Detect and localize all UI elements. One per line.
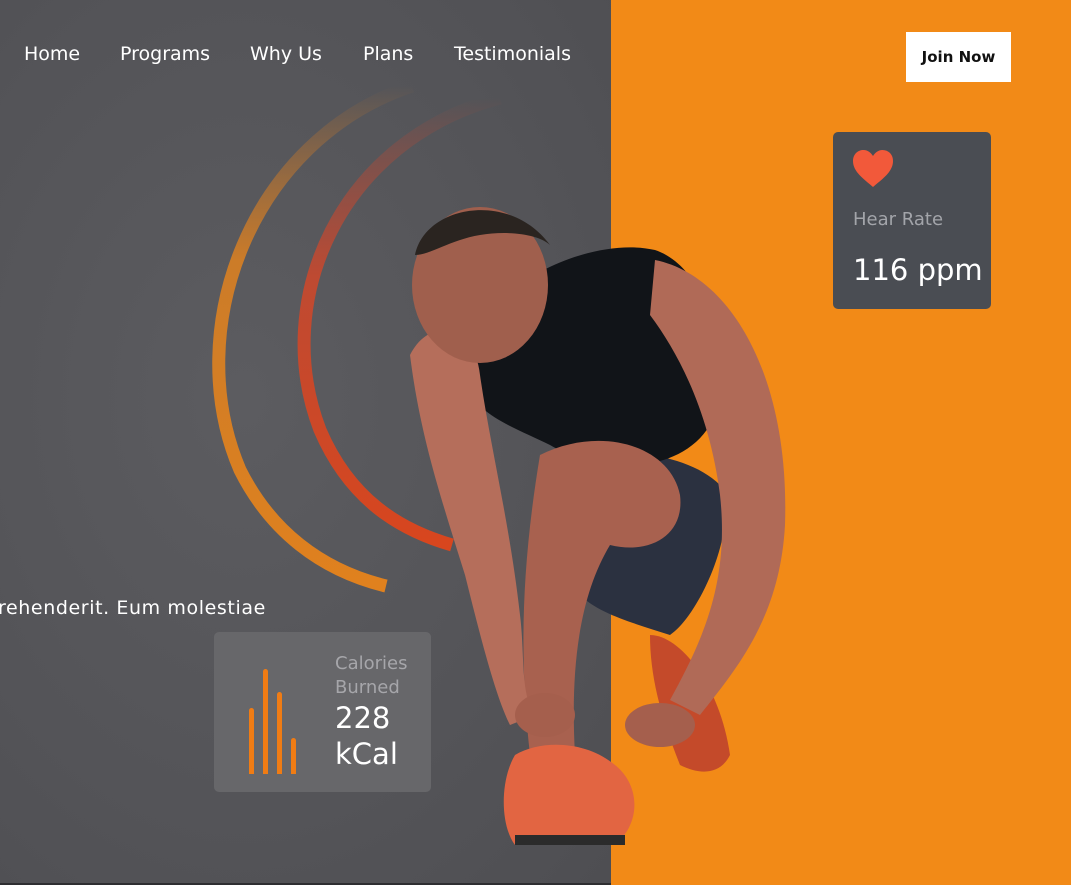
nav-item-programs[interactable]: Programs — [120, 40, 210, 68]
heart-rate-card: Hear Rate 116 ppm — [833, 132, 991, 309]
heart-icon — [853, 150, 893, 187]
heart-rate-value: 116 ppm — [853, 253, 983, 287]
nav-item-plans[interactable]: Plans — [363, 40, 413, 68]
calories-value: 228 kCal — [335, 701, 398, 771]
athlete-image — [410, 207, 786, 845]
heart-rate-label: Hear Rate — [853, 209, 944, 230]
calories-label: Calories Burned — [335, 653, 408, 698]
nav-item-home[interactable]: Home — [24, 40, 80, 68]
calories-card: Calories Burned 228 kCal — [214, 632, 431, 792]
hero-description: rehenderit. Eum molestiae — [0, 597, 266, 619]
join-now-button[interactable]: Join Now — [906, 32, 1011, 82]
nav-item-why-us[interactable]: Why Us — [250, 40, 322, 68]
bars-icon — [249, 669, 296, 774]
nav-item-testimonials[interactable]: Testimonials — [454, 40, 571, 68]
